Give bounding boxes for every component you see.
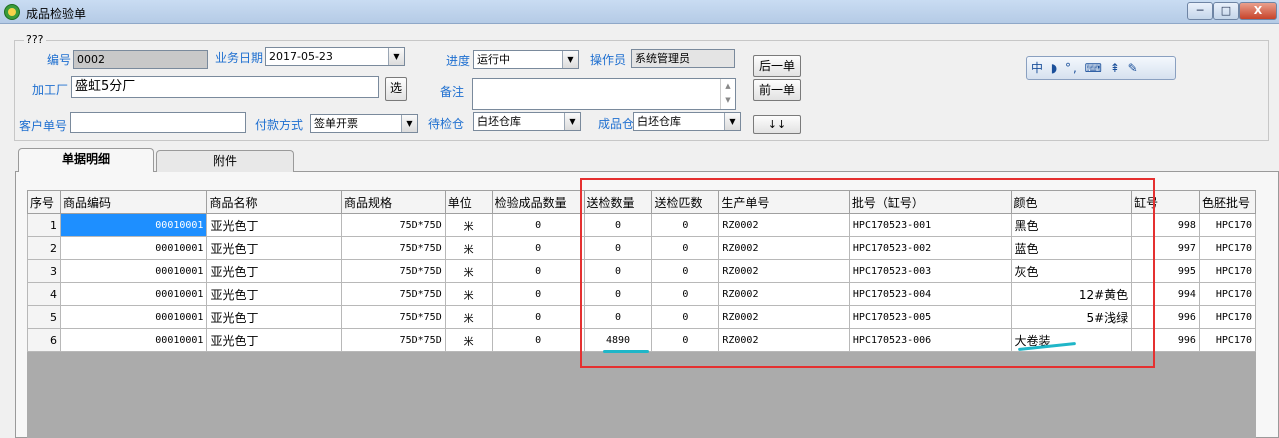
table-cell[interactable]: 亚光色丁 <box>206 259 343 283</box>
table-cell[interactable]: 75D*75D <box>341 282 446 306</box>
expand-down-button[interactable]: ↓↓ <box>753 115 801 134</box>
groupbox-label: ??? <box>24 33 46 46</box>
table-cell[interactable]: 2 <box>27 236 61 260</box>
table-cell[interactable]: 亚光色丁 <box>206 282 343 306</box>
operator-field: 系统管理员 <box>631 49 735 68</box>
col-header[interactable]: 商品规格 <box>341 190 446 214</box>
table-cell[interactable]: HPC170 <box>1198 328 1256 352</box>
annotation-underline <box>603 350 649 353</box>
table-cell[interactable]: 00010001 <box>59 282 208 306</box>
window-title: 成品检验单 <box>26 7 87 21</box>
table-cell[interactable]: 0 <box>491 213 585 237</box>
chevron-down-icon[interactable]: ▼ <box>724 113 740 130</box>
col-header[interactable]: 商品编码 <box>59 190 208 214</box>
close-button[interactable]: X <box>1239 2 1277 20</box>
remark-scrollbar[interactable]: ▲ ▼ <box>720 79 735 109</box>
remark-textarea[interactable] <box>472 78 736 110</box>
table-cell[interactable]: 米 <box>444 236 493 260</box>
col-header[interactable]: 色胚批号 <box>1198 190 1256 214</box>
table-cell[interactable]: HPC170 <box>1198 236 1256 260</box>
table-cell[interactable]: 1 <box>27 213 61 237</box>
chevron-down-icon[interactable]: ▼ <box>388 48 404 65</box>
table-cell[interactable]: 0 <box>491 282 585 306</box>
remark-label: 备注 <box>440 85 465 99</box>
table-cell[interactable]: 3 <box>27 259 61 283</box>
finished-wh-value: 白坯仓库 <box>637 115 681 128</box>
col-header[interactable]: 检验成品数量 <box>491 190 585 214</box>
table-cell[interactable]: 5 <box>27 305 61 329</box>
table-cell[interactable]: 75D*75D <box>341 259 446 283</box>
tab-attachments[interactable]: 附件 <box>156 150 294 172</box>
customer-no-field[interactable] <box>70 112 246 133</box>
table-cell[interactable]: 75D*75D <box>341 305 446 329</box>
col-header[interactable]: 单位 <box>444 190 493 214</box>
customer-no-label: 客户单号 <box>19 119 68 133</box>
progress-value: 运行中 <box>477 53 510 66</box>
table-cell[interactable]: 米 <box>444 282 493 306</box>
bill-no-field[interactable]: 0002 <box>73 50 208 69</box>
factory-field[interactable]: 盛虹5分厂 <box>71 76 379 98</box>
table-cell[interactable]: 米 <box>444 328 493 352</box>
annotation-highlight-box <box>580 178 1155 368</box>
table-cell[interactable]: 4 <box>27 282 61 306</box>
biz-date-picker[interactable]: 2017-05-23 ▼ <box>265 47 405 66</box>
table-cell[interactable]: 0 <box>491 236 585 260</box>
payment-select[interactable]: 签单开票 ▼ <box>310 114 418 133</box>
next-bill-button[interactable]: 后一单 <box>753 55 801 77</box>
minimize-button[interactable]: ─ <box>1187 2 1213 20</box>
finished-wh-select[interactable]: 白坯仓库 ▼ <box>633 112 741 131</box>
progress-select[interactable]: 运行中 ▼ <box>473 50 579 69</box>
maximize-button[interactable]: □ <box>1213 2 1239 20</box>
factory-label: 加工厂 <box>32 83 69 97</box>
biz-date-value: 2017-05-23 <box>269 50 333 63</box>
col-header[interactable]: 序号 <box>27 190 61 214</box>
bill-no-label: 编号 <box>47 53 72 67</box>
finished-wh-label: 成品仓 <box>598 117 635 131</box>
factory-select-button[interactable]: 选 <box>385 77 407 101</box>
table-cell[interactable]: HPC170 <box>1198 259 1256 283</box>
table-cell[interactable]: 亚光色丁 <box>206 328 343 352</box>
operator-label: 操作员 <box>590 53 627 67</box>
biz-date-label: 业务日期 <box>215 51 264 65</box>
pending-wh-value: 白坯仓库 <box>477 115 521 128</box>
table-cell[interactable]: 75D*75D <box>341 328 446 352</box>
table-cell[interactable]: 6 <box>27 328 61 352</box>
prev-bill-button[interactable]: 前一单 <box>753 79 801 101</box>
pending-wh-select[interactable]: 白坯仓库 ▼ <box>473 112 581 131</box>
table-cell[interactable]: HPC170 <box>1198 282 1256 306</box>
table-cell[interactable]: 0 <box>491 259 585 283</box>
chevron-down-icon[interactable]: ▼ <box>562 51 578 68</box>
table-cell[interactable]: HPC170 <box>1198 305 1256 329</box>
tab-bill-detail[interactable]: 单据明细 <box>18 148 154 172</box>
table-cell[interactable]: 00010001 <box>59 259 208 283</box>
pending-wh-label: 待检仓 <box>428 117 465 131</box>
table-cell[interactable]: 75D*75D <box>341 213 446 237</box>
table-cell[interactable]: 米 <box>444 259 493 283</box>
progress-label: 进度 <box>446 54 471 68</box>
table-cell[interactable]: 亚光色丁 <box>206 236 343 260</box>
ime-toolbar[interactable]: 中 ◗ °, ⌨ ⇞ ✎ <box>1026 56 1176 80</box>
chevron-down-icon[interactable]: ▼ <box>401 115 417 132</box>
app-logo-icon <box>4 4 20 20</box>
chevron-down-icon[interactable]: ▼ <box>564 113 580 130</box>
table-cell[interactable]: 米 <box>444 213 493 237</box>
table-cell[interactable]: 00010001 <box>59 328 208 352</box>
table-cell[interactable]: 0 <box>491 328 585 352</box>
payment-label: 付款方式 <box>255 118 304 132</box>
table-cell[interactable]: HPC170 <box>1198 213 1256 237</box>
table-cell[interactable]: 亚光色丁 <box>206 305 343 329</box>
table-cell[interactable]: 亚光色丁 <box>206 213 343 237</box>
title-bar <box>0 0 1279 24</box>
payment-value: 签单开票 <box>314 117 358 130</box>
table-cell[interactable]: 0 <box>491 305 585 329</box>
table-cell[interactable]: 75D*75D <box>341 236 446 260</box>
table-cell[interactable]: 00010001 <box>59 305 208 329</box>
table-cell[interactable]: 米 <box>444 305 493 329</box>
table-cell[interactable]: 00010001 <box>59 236 208 260</box>
table-cell[interactable]: 00010001 <box>59 213 208 237</box>
col-header[interactable]: 商品名称 <box>206 190 343 214</box>
